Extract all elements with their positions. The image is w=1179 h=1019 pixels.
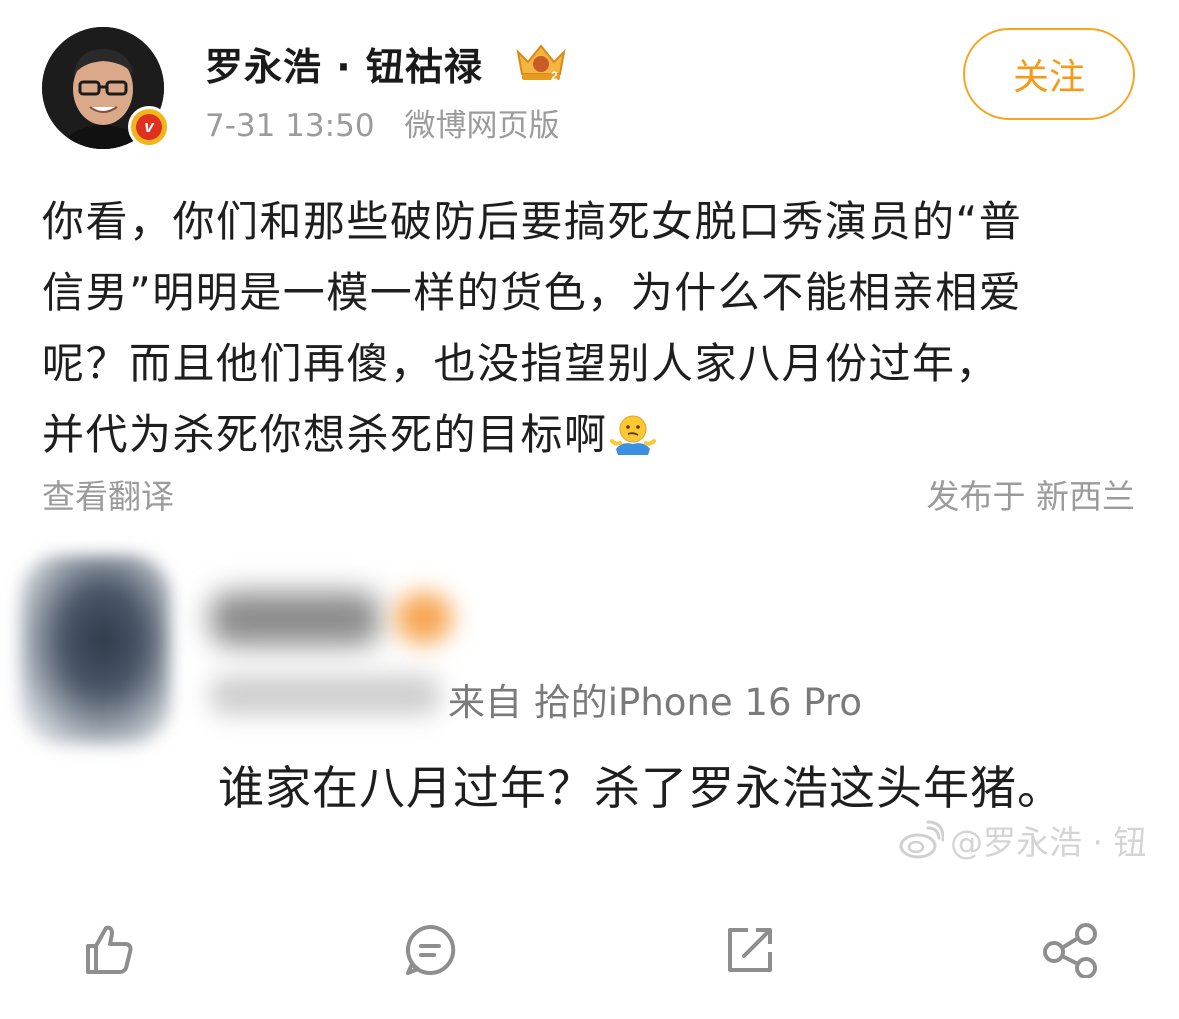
weibo-logo-icon xyxy=(899,820,944,859)
post-source: 微博网页版 xyxy=(404,108,560,144)
blurred-username xyxy=(210,592,380,646)
share-edit-icon xyxy=(728,928,772,972)
embedded-screenshot-image[interactable]: 来自 拾的iPhone 16 Pro 谁家在八月过年？杀了罗永浩这头年猪。 @罗… xyxy=(0,530,1179,890)
post-text-line-content: 并代为杀死你想杀死的目标啊 xyxy=(42,410,608,459)
weibo-watermark: @罗永浩 · 钮 xyxy=(898,815,1146,865)
post-text-line: 呢？而且他们再傻，也没指望别人家八月份过年， xyxy=(42,339,1000,388)
action-bar xyxy=(0,915,1179,995)
svg-text:2: 2 xyxy=(551,69,558,83)
post-timestamp: 7-31 13:50 xyxy=(205,108,375,144)
share-icon xyxy=(1043,923,1097,978)
share-button[interactable] xyxy=(1040,915,1100,985)
like-button[interactable] xyxy=(78,915,138,985)
watermark-text: @罗永浩 · 钮 xyxy=(950,823,1147,862)
comment-button[interactable] xyxy=(400,915,460,985)
blurred-badge-icon xyxy=(395,592,453,644)
shrug-emoji-icon xyxy=(609,415,656,455)
blurred-meta xyxy=(210,675,440,715)
author-name[interactable]: 罗永浩 · 钮祜禄 xyxy=(205,36,483,91)
post-text-line: 你看，你们和那些破防后要搞死女脱口秀演员的“普 xyxy=(42,197,1023,246)
follow-button[interactable]: 关注 xyxy=(963,28,1135,120)
comment-icon xyxy=(405,924,456,975)
location-label: 发布于 新西兰 xyxy=(926,477,1136,516)
post-text: 你看，你们和那些破防后要搞死女脱口秀演员的“普 信男”明明是一模一样的货色，为什… xyxy=(42,186,1137,470)
thumbs-up-icon xyxy=(86,925,133,974)
repost-button[interactable] xyxy=(720,915,780,985)
comment-text: 谁家在八月过年？杀了罗永浩这头年猪。 xyxy=(218,761,1064,815)
post-header: v 罗永浩 · 钮祜禄 2 7-31 13:50 微博网页版 关注 xyxy=(0,0,1179,170)
verified-badge-icon: v xyxy=(128,106,170,148)
post-text-line: 信男”明明是一模一样的货色，为什么不能相亲相爱 xyxy=(42,268,1023,317)
post-meta: 7-31 13:50 微博网页版 xyxy=(205,100,560,145)
post-text-line: 并代为杀死你想杀死的目标啊 xyxy=(42,399,1137,470)
crown-icon: 2 xyxy=(516,44,566,83)
blurred-avatar xyxy=(20,555,170,745)
comment-device-source: 来自 拾的iPhone 16 Pro xyxy=(448,681,862,724)
translate-link[interactable]: 查看翻译 xyxy=(42,470,174,518)
